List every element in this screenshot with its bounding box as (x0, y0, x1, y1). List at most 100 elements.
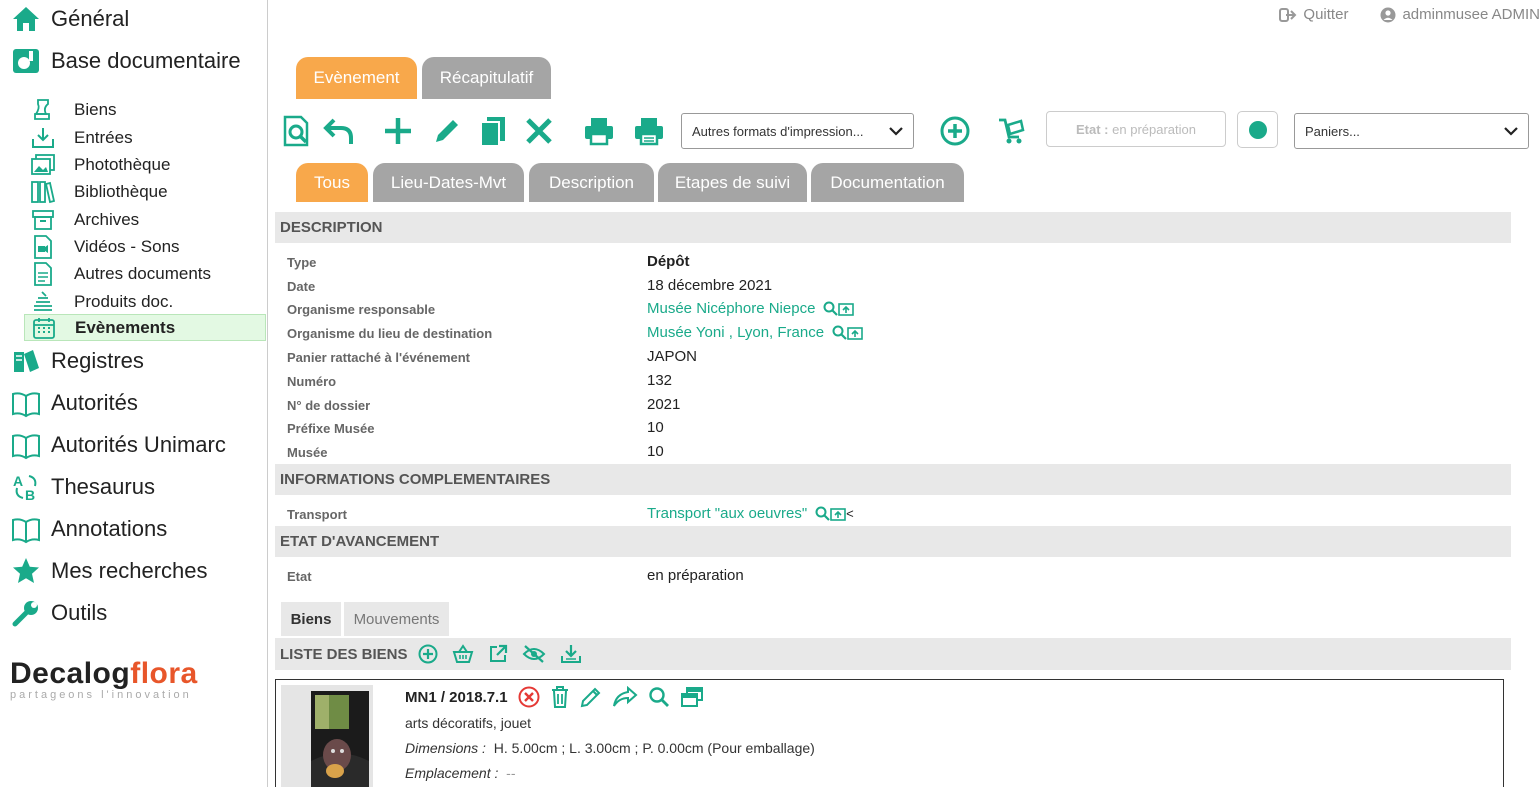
field-label: Musée (287, 445, 328, 460)
download-icon[interactable] (560, 644, 582, 664)
sidebar-subitem[interactable]: Produits doc. (24, 288, 266, 315)
sidebar-subitem[interactable]: Biens (24, 96, 266, 123)
logo-flora: flora (130, 657, 198, 690)
field-label: N° de dossier (287, 398, 371, 413)
print-label-button[interactable] (632, 114, 666, 148)
sidebar-section-item[interactable]: A B Thesaurus (10, 471, 155, 503)
sidebar-subitem[interactable]: Photothèque (24, 151, 266, 178)
search-icon[interactable] (815, 506, 830, 521)
subtab[interactable]: Description (529, 163, 654, 202)
delete-button[interactable] (522, 114, 556, 148)
edit-icon[interactable] (580, 686, 602, 708)
organisme-link[interactable]: Musée Nicéphore Niepce (647, 300, 815, 317)
search-icon[interactable] (648, 686, 670, 708)
basket-icon[interactable] (452, 644, 474, 664)
field-value: 10 (647, 419, 664, 436)
field-value: 132 (647, 372, 672, 389)
subtab[interactable]: Tous (296, 163, 368, 202)
sidebar-item-label: Autorités Unimarc (51, 432, 226, 457)
emplacement-value: -- (506, 765, 516, 781)
phototheque-icon (30, 152, 56, 178)
tab-recapitulatif[interactable]: Récapitulatif (422, 57, 551, 99)
item-code[interactable]: MN1 / 2018.7.1 (405, 689, 508, 706)
subtab[interactable]: Documentation (811, 163, 964, 202)
open-window-icon[interactable] (838, 302, 855, 316)
section-description: DESCRIPTION (275, 212, 1511, 243)
sidebar-item-label: Biens (74, 99, 117, 119)
field-value-transport: Transport "aux oeuvres" < (647, 505, 854, 522)
sidebar-item-label: Evènements (75, 317, 176, 337)
subtab[interactable]: Lieu-Dates-Mvt (373, 163, 524, 202)
add-button[interactable] (381, 114, 415, 148)
field-label-etat: Etat (287, 569, 312, 584)
open-window-icon[interactable] (830, 507, 846, 521)
sidebar-item-label: Entrées (74, 127, 133, 147)
undo-button[interactable] (322, 114, 356, 148)
transport-suffix: < (846, 506, 854, 521)
sidebar-item-label: Autres documents (74, 263, 212, 283)
user-menu[interactable]: adminmusee ADMIN (1380, 6, 1540, 23)
field-value: 10 (647, 443, 664, 460)
sidebar-section-item[interactable]: Annotations (10, 513, 167, 545)
item-emplacement: Emplacement : -- (405, 765, 515, 781)
logo-tagline: partageons l'innovation (10, 689, 192, 701)
tab-evenement[interactable]: Evènement (296, 57, 417, 99)
duplicate-button[interactable] (476, 114, 510, 148)
remove-circle-icon[interactable] (518, 686, 540, 708)
search-icon[interactable] (823, 301, 839, 316)
transport-link[interactable]: Transport "aux oeuvres" (647, 505, 807, 522)
organisme-link[interactable]: Musée Yoni , Lyon, France (647, 324, 824, 341)
open-window-icon[interactable] (847, 326, 863, 340)
tab-biens[interactable]: Biens (281, 602, 341, 636)
share-icon[interactable] (612, 686, 638, 708)
field-value-text: 2021 (647, 396, 681, 413)
tab-mouvements[interactable]: Mouvements (344, 602, 449, 636)
add-circle-icon[interactable] (418, 644, 438, 664)
user-icon (1380, 7, 1396, 23)
edit-button[interactable] (430, 114, 464, 148)
sidebar-section-item[interactable]: Autorités (10, 387, 138, 419)
item-thumbnail[interactable] (281, 685, 373, 787)
sidebar-subitem[interactable]: Bibliothèque (24, 178, 266, 205)
sidebar-subitem[interactable]: Autres documents (24, 260, 266, 287)
eye-slash-icon[interactable] (522, 644, 546, 664)
sidebar-item-general[interactable]: Général (10, 3, 129, 35)
search-icon[interactable] (832, 325, 847, 340)
windows-icon[interactable] (680, 686, 704, 708)
print-button[interactable] (582, 114, 616, 148)
section-title: INFORMATIONS COMPLEMENTAIRES (280, 471, 551, 488)
field-value: Dépôt (647, 253, 690, 270)
sidebar-item-label: Registres (51, 348, 144, 373)
external-link-icon[interactable] (488, 644, 508, 664)
cart-button[interactable] (994, 114, 1028, 148)
quit-link[interactable]: Quitter (1279, 6, 1348, 23)
sidebar-subitem[interactable]: Entrées (24, 124, 266, 151)
paniers-select[interactable]: Paniers... (1294, 113, 1529, 149)
sidebar-item-label: Archives (74, 209, 140, 229)
trash-icon[interactable] (550, 686, 570, 708)
field-value-text: 10 (647, 443, 664, 460)
sidebar-section-item[interactable]: Registres (10, 345, 144, 377)
field-value: Musée Yoni , Lyon, France (647, 324, 863, 341)
sidebar-subitem[interactable]: Evènements (24, 314, 266, 341)
print-formats-select[interactable]: Autres formats d'impression... (681, 113, 914, 149)
logout-icon (1279, 7, 1297, 22)
field-label: Date (287, 279, 316, 294)
preview-button[interactable] (280, 114, 314, 148)
sidebar-section-item[interactable]: Mes recherches (10, 555, 208, 587)
book-open-icon (10, 429, 42, 461)
sidebar-subitem[interactable]: Archives (24, 206, 266, 233)
field-label: Type (287, 255, 317, 270)
book-open-icon (10, 387, 42, 419)
subtab[interactable]: Etapes de suivi (658, 163, 807, 202)
tab-label: Etapes de suivi (674, 172, 791, 192)
sidebar-section-item[interactable]: Autorités Unimarc (10, 429, 226, 461)
svg-text:A: A (13, 473, 23, 489)
status-toggle-button[interactable] (1237, 111, 1278, 148)
etat-label: Etat : (1076, 121, 1109, 137)
section-liste-biens: LISTE DES BIENS (275, 638, 1511, 670)
sidebar-section-item[interactable]: Outils (10, 597, 107, 629)
sidebar-item-base-documentaire[interactable]: Base documentaire (10, 45, 241, 77)
add-circle-button[interactable] (938, 114, 972, 148)
sidebar-subitem[interactable]: Vidéos - Sons (24, 233, 266, 260)
